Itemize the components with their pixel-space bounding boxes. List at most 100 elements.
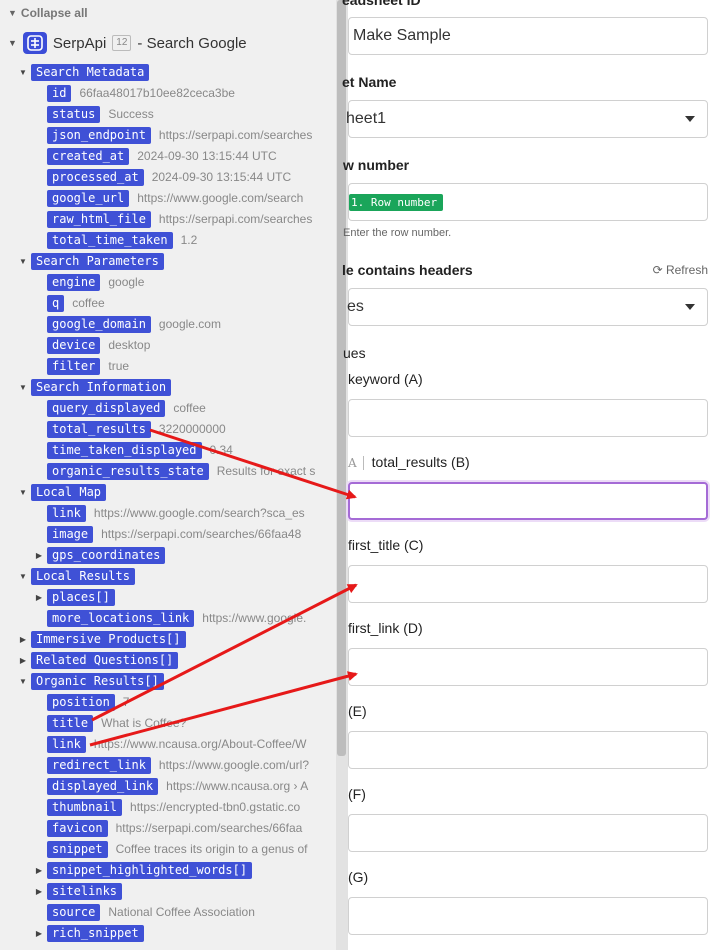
tree-node[interactable]: favicon https://serpapi.com/searches/66fa… xyxy=(33,819,302,837)
tree-node[interactable]: source National Coffee Association xyxy=(33,903,255,921)
chevron-right-icon[interactable]: ▶ xyxy=(17,635,29,644)
row-number-pill[interactable]: 1. Row number xyxy=(349,194,444,211)
field-tag[interactable]: filter xyxy=(47,357,101,375)
chevron-right-icon[interactable]: ▶ xyxy=(33,887,45,896)
tree-node[interactable]: json_endpoint https://serpapi.com/searche… xyxy=(33,126,312,144)
field-tag[interactable]: google_url xyxy=(47,189,130,207)
tree-node[interactable]: link https://www.google.com/search?sca_es xyxy=(33,504,305,522)
field-tag[interactable]: json_endpoint xyxy=(47,126,151,144)
tree-node[interactable]: ▶ Related Questions[] xyxy=(17,651,179,669)
chevron-down-icon[interactable]: ▼ xyxy=(17,488,29,497)
field-tag[interactable]: rich_snippet xyxy=(47,924,144,942)
tree-node[interactable]: raw_html_file https://serpapi.com/searche… xyxy=(33,210,312,228)
chevron-down-icon[interactable]: ▼ xyxy=(17,677,29,686)
field-tag[interactable]: total_time_taken xyxy=(47,231,173,249)
field-tag[interactable]: Search Information xyxy=(31,378,172,396)
value-field-input[interactable] xyxy=(348,814,708,852)
value-field-input[interactable] xyxy=(348,897,708,935)
field-tag[interactable]: created_at xyxy=(47,147,130,165)
field-tag[interactable]: places[] xyxy=(47,588,115,606)
field-tag[interactable]: title xyxy=(47,714,94,732)
field-tag[interactable]: position xyxy=(47,693,115,711)
spreadsheet-id-input[interactable]: Make Sample xyxy=(348,17,708,55)
chevron-right-icon[interactable]: ▶ xyxy=(33,593,45,602)
chevron-right-icon[interactable]: ▶ xyxy=(17,656,29,665)
tree-node[interactable]: ▼ Search Parameters xyxy=(17,252,164,270)
app-node[interactable]: ▼ SerpApi 12 - Search Google xyxy=(8,32,247,54)
field-tag[interactable]: engine xyxy=(47,273,101,291)
field-tag[interactable]: image xyxy=(47,525,94,543)
collapse-all-button[interactable]: ▼ Collapse all xyxy=(8,6,88,20)
field-tag[interactable]: total_results xyxy=(47,420,151,438)
value-field-input[interactable] xyxy=(348,399,708,437)
tree-node[interactable]: ▼ Local Results xyxy=(17,567,135,585)
tree-node[interactable]: created_at 2024-09-30 13:15:44 UTC xyxy=(33,147,277,165)
tree-node[interactable]: q coffee xyxy=(33,294,105,312)
tree-node[interactable]: filter true xyxy=(33,357,129,375)
field-tag[interactable]: device xyxy=(47,336,101,354)
sheet-name-select[interactable]: heet1 xyxy=(346,100,708,138)
headers-select[interactable]: es xyxy=(347,288,708,326)
tree-node[interactable]: ▼ Organic Results[] xyxy=(17,672,164,690)
field-tag[interactable]: Search Parameters xyxy=(31,252,164,270)
refresh-button[interactable]: ⟳ Refresh xyxy=(653,263,708,277)
tree-node[interactable]: displayed_link https://www.ncausa.org › A xyxy=(33,777,308,795)
field-tag[interactable]: favicon xyxy=(47,819,108,837)
field-tag[interactable]: more_locations_link xyxy=(47,609,195,627)
field-tag[interactable]: source xyxy=(47,903,101,921)
tree-node[interactable]: id 66faa48017b10ee82ceca3be xyxy=(33,84,235,102)
tree-node[interactable]: organic_results_state Results for exact s xyxy=(33,462,315,480)
chevron-down-icon[interactable]: ▼ xyxy=(17,383,29,392)
tree-node[interactable]: engine google xyxy=(33,273,144,291)
field-tag[interactable]: q xyxy=(47,294,65,312)
value-field-input[interactable] xyxy=(348,648,708,686)
chevron-down-icon[interactable]: ▼ xyxy=(17,257,29,266)
field-tag[interactable]: status xyxy=(47,105,101,123)
field-tag[interactable]: Immersive Products[] xyxy=(31,630,186,648)
tree-node[interactable]: ▼ Local Map xyxy=(17,483,107,501)
tree-node[interactable]: ▶ Immersive Products[] xyxy=(17,630,186,648)
scrollbar-thumb[interactable] xyxy=(337,0,346,756)
tree-node[interactable]: more_locations_link https://www.google. xyxy=(33,609,306,627)
field-tag[interactable]: thumbnail xyxy=(47,798,123,816)
field-tag[interactable]: gps_coordinates xyxy=(47,546,166,564)
tree-node[interactable]: thumbnail https://encrypted-tbn0.gstatic.… xyxy=(33,798,300,816)
tree-node[interactable]: snippet Coffee traces its origin to a gen… xyxy=(33,840,307,858)
field-tag[interactable]: snippet xyxy=(47,840,108,858)
tree-node[interactable]: ▶ gps_coordinates xyxy=(33,546,166,564)
field-tag[interactable]: sitelinks xyxy=(47,882,123,900)
tree-node[interactable]: total_time_taken 1.2 xyxy=(33,231,197,249)
tree-node[interactable]: processed_at 2024-09-30 13:15:44 UTC xyxy=(33,168,291,186)
field-tag[interactable]: organic_results_state xyxy=(47,462,209,480)
chevron-right-icon[interactable]: ▶ xyxy=(33,866,45,875)
row-number-input[interactable]: 1. Row number xyxy=(348,183,708,221)
chevron-down-icon[interactable]: ▼ xyxy=(17,68,29,77)
chevron-right-icon[interactable]: ▶ xyxy=(33,551,45,560)
value-field-input[interactable] xyxy=(348,565,708,603)
value-field-input[interactable] xyxy=(348,731,708,769)
tree-node[interactable]: redirect_link https://www.google.com/url? xyxy=(33,756,309,774)
field-tag[interactable]: query_displayed xyxy=(47,399,166,417)
field-tag[interactable]: google_domain xyxy=(47,315,151,333)
tree-node[interactable]: ▼ Search Information xyxy=(17,378,172,396)
tree-node[interactable]: position 7 xyxy=(33,693,129,711)
tree-node[interactable]: ▶ places[] xyxy=(33,588,115,606)
field-tag[interactable]: snippet_highlighted_words[] xyxy=(47,861,253,879)
field-tag[interactable]: redirect_link xyxy=(47,756,151,774)
tree-node[interactable]: ▶ sitelinks xyxy=(33,882,123,900)
field-tag[interactable]: link xyxy=(47,735,86,753)
tree-node[interactable]: total_results 3220000000 xyxy=(33,420,226,438)
tree-node[interactable]: image https://serpapi.com/searches/66faa4… xyxy=(33,525,301,543)
tree-node[interactable]: ▶ rich_snippet xyxy=(33,924,144,942)
tree-node[interactable]: device desktop xyxy=(33,336,150,354)
tree-node[interactable]: time_taken_displayed 0.34 xyxy=(33,441,233,459)
field-tag[interactable]: time_taken_displayed xyxy=(47,441,202,459)
field-tag[interactable]: raw_html_file xyxy=(47,210,151,228)
tree-node[interactable]: google_url https://www.google.com/search xyxy=(33,189,303,207)
field-tag[interactable]: Related Questions[] xyxy=(31,651,179,669)
tree-node[interactable]: query_displayed coffee xyxy=(33,399,206,417)
field-tag[interactable]: Local Results xyxy=(31,567,135,585)
tree-node[interactable]: ▶ snippet_highlighted_words[] xyxy=(33,861,253,879)
field-tag[interactable]: id xyxy=(47,84,72,102)
value-field-input[interactable] xyxy=(348,482,708,520)
